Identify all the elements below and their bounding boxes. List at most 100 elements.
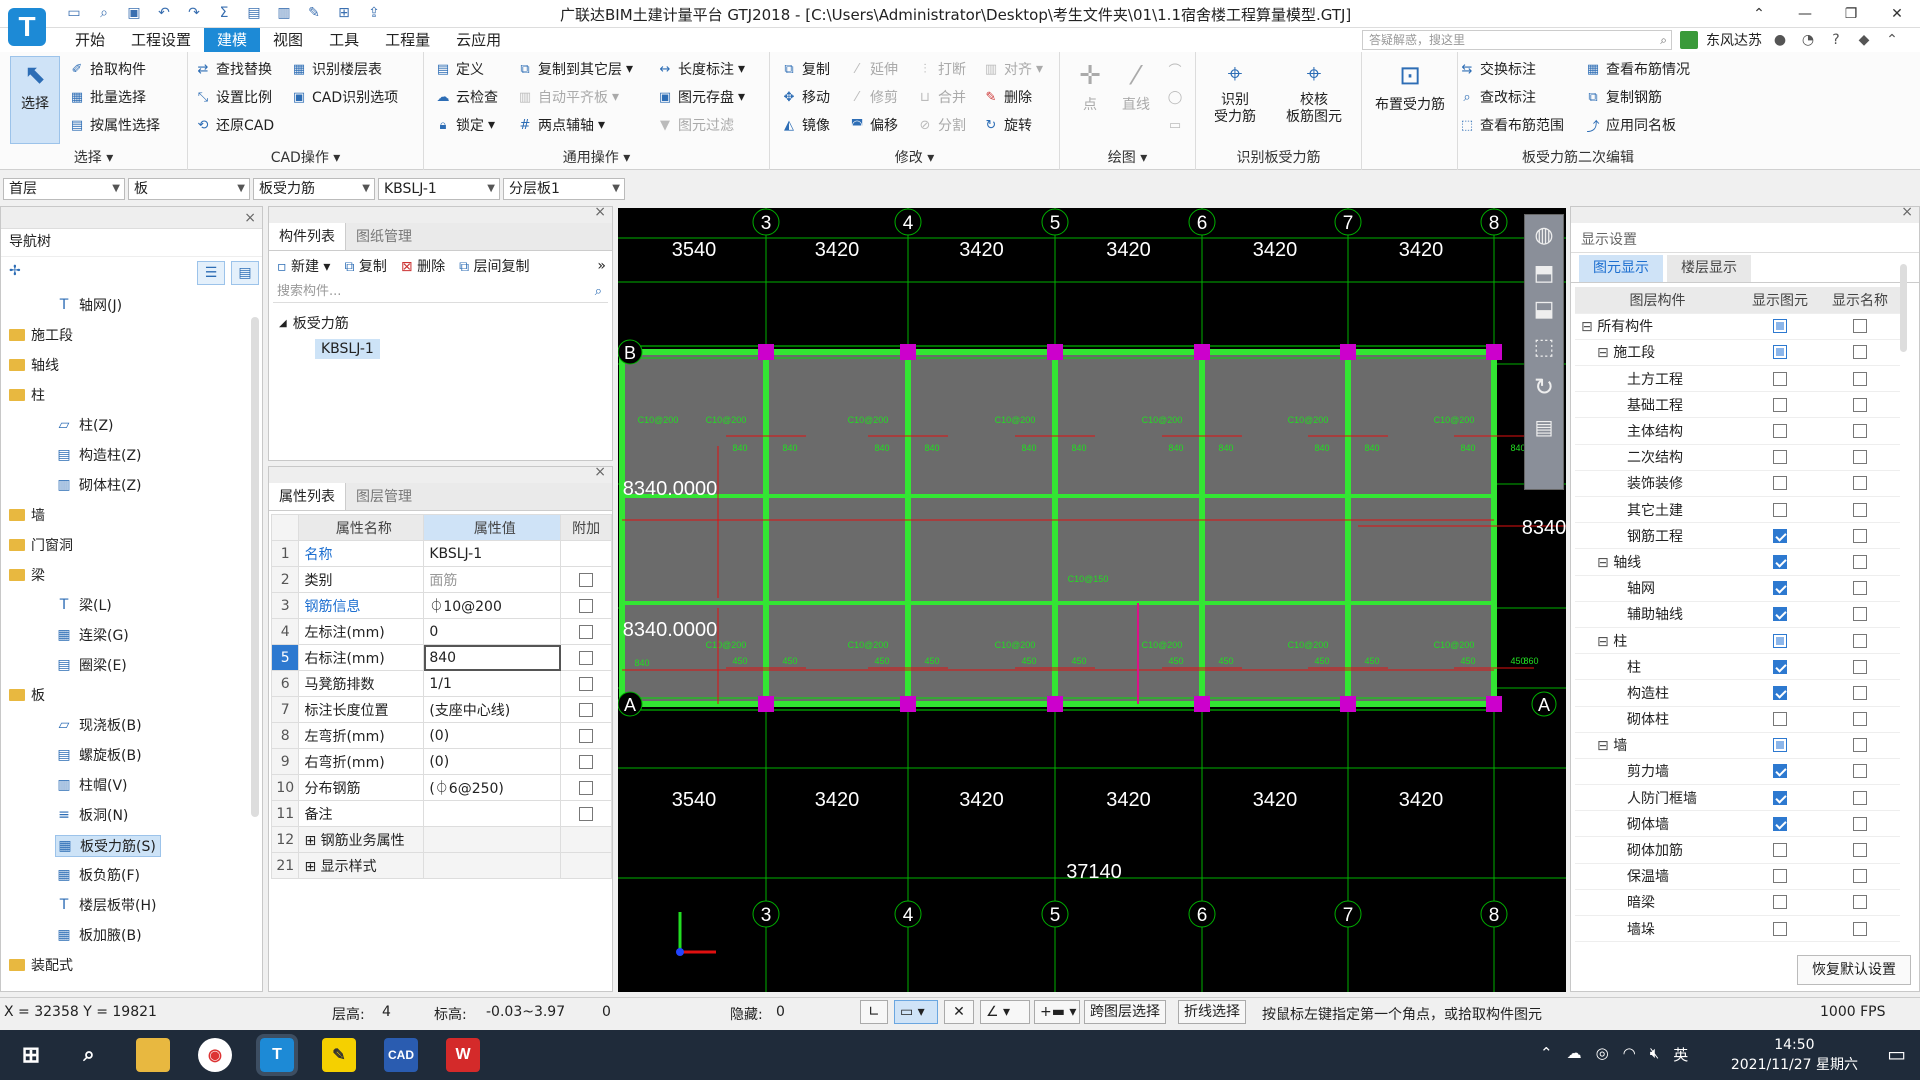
collapse-icon[interactable]: ⊟ bbox=[1597, 634, 1613, 650]
open-file-icon[interactable]: ⌕ bbox=[92, 2, 116, 24]
nav-item[interactable]: 门窗洞 bbox=[9, 535, 73, 555]
rect-button[interactable]: ▭ bbox=[1166, 114, 1184, 136]
show-element-checkbox[interactable] bbox=[1773, 502, 1787, 517]
nav-item[interactable]: ▤ 构造柱(Z) bbox=[55, 445, 141, 465]
split-button[interactable]: ⊘ 分割 bbox=[916, 114, 966, 136]
show-name-checkbox[interactable] bbox=[1853, 921, 1867, 936]
lock-button[interactable]: 🔒︎ 锁定 ▾ bbox=[434, 114, 496, 136]
property-row[interactable]: 3 钢筋信息 ⏀10@200 bbox=[270, 592, 612, 619]
identify-floor-table-button[interactable]: ▦ 识别楼层表 bbox=[290, 58, 382, 80]
property-value[interactable]: (0) bbox=[423, 748, 562, 775]
close-icon[interactable]: × bbox=[244, 207, 256, 229]
view-icon[interactable]: ▥ bbox=[272, 2, 296, 24]
cloud-check-button[interactable]: ☁ 云检查 bbox=[434, 86, 499, 108]
avatar[interactable] bbox=[1680, 31, 1698, 49]
align-button[interactable]: ▥ 对齐 ▾ bbox=[982, 58, 1043, 80]
nav-item[interactable]: ▦ 板加腋(B) bbox=[55, 925, 141, 945]
tab-component-list[interactable]: 构件列表 bbox=[269, 223, 346, 250]
show-element-checkbox[interactable] bbox=[1773, 685, 1787, 700]
nav-item[interactable]: 轴线 bbox=[9, 355, 59, 375]
component-item[interactable]: KBSLJ-1 bbox=[315, 339, 380, 359]
property-value[interactable]: KBSLJ-1 bbox=[423, 540, 562, 567]
tile-view-icon[interactable]: ▤ bbox=[231, 261, 259, 285]
nav-item[interactable]: ▱ 柱(Z) bbox=[55, 415, 114, 435]
show-name-checkbox[interactable] bbox=[1853, 345, 1867, 360]
extra-checkbox[interactable] bbox=[579, 702, 594, 717]
show-element-checkbox[interactable] bbox=[1773, 816, 1787, 831]
circle-button[interactable]: ◯ bbox=[1166, 86, 1184, 108]
more-icon[interactable]: » bbox=[597, 258, 606, 274]
show-element-checkbox[interactable] bbox=[1773, 528, 1787, 543]
break-button[interactable]: ⫶ 打断 bbox=[916, 58, 966, 80]
edit-icon[interactable]: ✎ bbox=[302, 2, 326, 24]
nav-item[interactable]: ▤ 螺旋板(B) bbox=[55, 745, 141, 765]
copy-to-other-floor-button[interactable]: ⧉ 复制到其它层 ▾ bbox=[516, 58, 633, 80]
nav-item[interactable]: ▥ 砌体柱(Z) bbox=[55, 475, 141, 495]
nav-item[interactable]: T 梁(L) bbox=[55, 595, 112, 615]
show-name-checkbox[interactable] bbox=[1853, 790, 1867, 805]
set-scale-button[interactable]: ⤡ 设置比例 bbox=[194, 86, 272, 108]
nav-scrollbar[interactable] bbox=[251, 317, 259, 817]
property-row[interactable]: 5 右标注(mm) 840 bbox=[270, 644, 612, 671]
ribbon-group-label[interactable]: 绘图 ▾ bbox=[1060, 147, 1195, 167]
search-icon[interactable]: ⌕ bbox=[1660, 31, 1667, 49]
cloud-sync-icon[interactable]: ☁ bbox=[1567, 1044, 1582, 1065]
menu-tab-start[interactable]: 开始 bbox=[62, 28, 118, 52]
user-name[interactable]: 东风达苏 bbox=[1706, 30, 1762, 50]
show-element-checkbox[interactable] bbox=[1773, 476, 1787, 491]
two-point-axis-button[interactable]: # 两点辅轴 ▾ bbox=[516, 114, 605, 136]
subtype-select[interactable]: 板受力筋 ▼ bbox=[253, 178, 375, 200]
notification-icon[interactable]: ▭ bbox=[1887, 1042, 1906, 1066]
layer-copy-button[interactable]: ⧉ 层间复制 bbox=[459, 256, 529, 276]
report-icon[interactable]: ▤ bbox=[242, 2, 266, 24]
property-row[interactable]: 10 分布钢筋 (⏀6@250) bbox=[270, 774, 612, 801]
nav-item[interactable]: ≡ 板洞(N) bbox=[55, 805, 128, 825]
chrome-icon[interactable]: ◉ bbox=[198, 1038, 232, 1072]
ime-indicator[interactable]: 英 bbox=[1673, 1044, 1688, 1065]
extra-checkbox[interactable] bbox=[579, 780, 594, 795]
show-element-checkbox[interactable] bbox=[1773, 450, 1787, 465]
rotate-button[interactable]: ↻ 旋转 bbox=[982, 114, 1032, 136]
property-row[interactable]: 11 备注 bbox=[270, 800, 612, 827]
skin-icon[interactable]: ◆ bbox=[1854, 32, 1874, 48]
angle-toggle[interactable]: ∠ ▾ bbox=[980, 1000, 1030, 1024]
show-name-checkbox[interactable] bbox=[1853, 685, 1867, 700]
ortho-toggle[interactable]: ∟ bbox=[860, 1000, 888, 1024]
copy-button[interactable]: ⧉ 复制 bbox=[780, 58, 830, 80]
show-name-checkbox[interactable] bbox=[1853, 397, 1867, 412]
extend-button[interactable]: ⁄ 延伸 bbox=[848, 58, 898, 80]
network-icon[interactable]: ◎ bbox=[1596, 1044, 1609, 1065]
property-row[interactable]: 2 类别 面筋 bbox=[270, 566, 612, 593]
structural-plan[interactable]: 840 840 450 450 C10@200 C10@200 840 840 450 450 C1… bbox=[618, 208, 1566, 992]
swap-annotation-button[interactable]: ⇆ 交换标注 bbox=[1458, 58, 1536, 80]
help-search-input[interactable]: 答疑解惑，搜这里 ⌕ bbox=[1362, 30, 1672, 50]
show-name-checkbox[interactable] bbox=[1853, 581, 1867, 596]
nav-item[interactable]: ▦ 连梁(G) bbox=[55, 625, 128, 645]
component-select[interactable]: KBSLJ-1 ▼ bbox=[378, 178, 500, 200]
new-component-button[interactable]: ▫ 新建 ▾ bbox=[277, 256, 330, 276]
show-element-checkbox[interactable] bbox=[1773, 712, 1787, 727]
nav-item[interactable]: 板 bbox=[9, 685, 45, 705]
show-name-checkbox[interactable] bbox=[1853, 895, 1867, 910]
grid-icon[interactable]: ⊞ bbox=[332, 2, 356, 24]
polyline-select-button[interactable]: 折线选择 bbox=[1178, 1000, 1246, 1024]
show-name-checkbox[interactable] bbox=[1853, 424, 1867, 439]
redo-icon[interactable]: ↷ bbox=[182, 2, 206, 24]
property-value[interactable] bbox=[423, 826, 562, 853]
show-name-checkbox[interactable] bbox=[1853, 450, 1867, 465]
show-element-checkbox[interactable] bbox=[1773, 397, 1787, 412]
nav-item[interactable]: T 楼层板带(H) bbox=[55, 895, 157, 915]
wps-icon[interactable]: W bbox=[446, 1038, 480, 1072]
view-rebar-range-button[interactable]: ⬚ 查看布筋范围 bbox=[1458, 114, 1564, 136]
offset-button[interactable]: ◚ 偏移 bbox=[848, 114, 898, 136]
nav-item[interactable]: ▦ 板负筋(F) bbox=[55, 865, 140, 885]
arc-button[interactable]: ⌒ bbox=[1166, 58, 1184, 80]
tab-property-list[interactable]: 属性列表 bbox=[269, 483, 346, 510]
cross-toggle[interactable]: ✕ bbox=[944, 1000, 974, 1024]
property-row[interactable]: 12 ⊞ 钢筋业务属性 bbox=[270, 826, 612, 853]
collapse-icon[interactable]: ⊟ bbox=[1581, 319, 1597, 335]
restore-defaults-button[interactable]: 恢复默认设置 bbox=[1797, 955, 1911, 985]
search-icon[interactable]: ⌕ bbox=[72, 1038, 106, 1072]
type-select[interactable]: 板 ▼ bbox=[128, 178, 250, 200]
component-group[interactable]: ◢ 板受力筋 bbox=[279, 313, 349, 333]
